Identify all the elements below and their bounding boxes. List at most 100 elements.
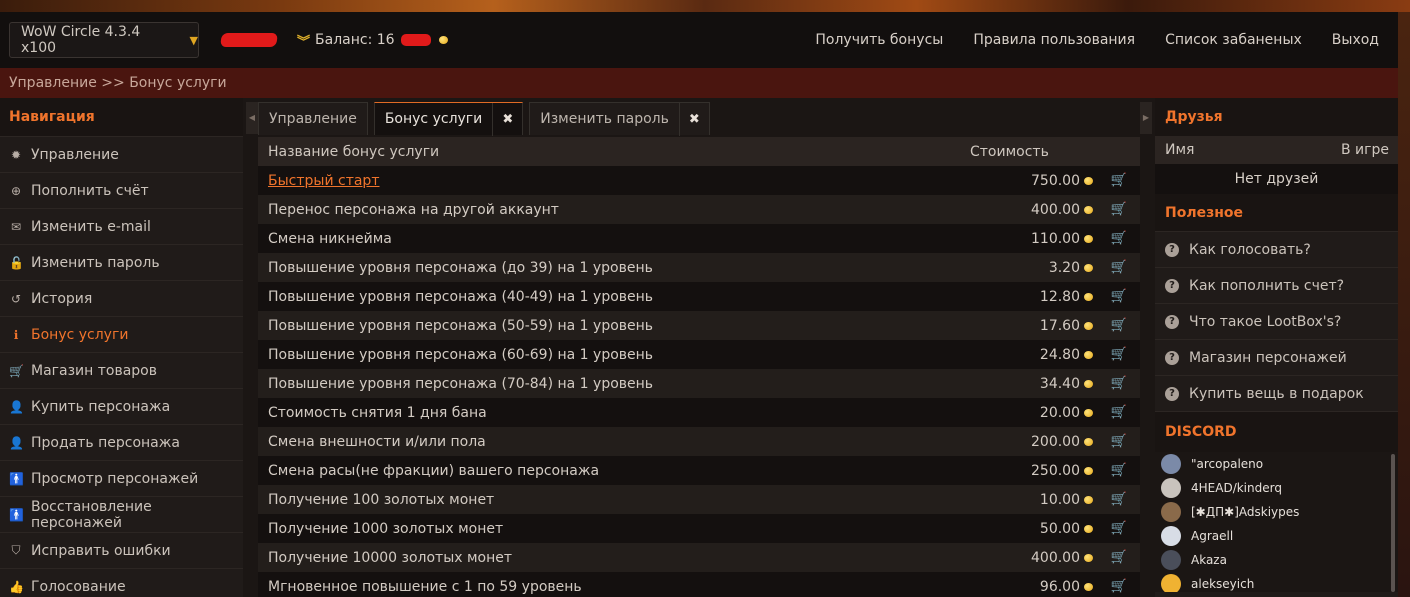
friends-empty-text: Нет друзей	[1155, 164, 1398, 194]
sidebar-item[interactable]: 🚹 Просмотр персонажей	[0, 460, 243, 496]
sidebar-item[interactable]: ✉ Изменить e-mail	[0, 208, 243, 244]
sidebar-item[interactable]: ℹ Бонус услуги	[0, 316, 243, 352]
sidebar-item[interactable]: 🔓 Изменить пароль	[0, 244, 243, 280]
tab[interactable]: Изменить пароль ✖	[529, 102, 710, 136]
cart-icon[interactable]: 🛒	[1098, 405, 1140, 420]
table-row: Смена расы(не фракции) вашего персонажа 2…	[258, 456, 1140, 485]
cart-icon[interactable]: 🛒	[1098, 318, 1140, 333]
close-icon[interactable]: ✖	[678, 102, 709, 136]
useful-link[interactable]: ? Магазин персонажей	[1155, 340, 1398, 376]
cart-icon[interactable]: 🛒	[1098, 376, 1140, 391]
discord-member[interactable]: [✱ДП✱]Adskiypes	[1155, 500, 1398, 524]
tab-label[interactable]: Управление	[259, 111, 367, 127]
balance: ︾ Баланс: 16	[297, 31, 448, 50]
sidebar-item[interactable]: 👤 Купить персонажа	[0, 388, 243, 424]
useful-link-label: Купить вещь в подарок	[1189, 385, 1364, 402]
sidebar-item[interactable]: ⊕ Пополнить счёт	[0, 172, 243, 208]
column-header-name: Название бонус услуги	[268, 143, 440, 160]
cart-icon[interactable]: 🛒	[1098, 579, 1140, 594]
cart-icon[interactable]: 🛒	[1098, 260, 1140, 275]
tab[interactable]: Бонус услуги ✖	[373, 102, 524, 136]
sidebar-item[interactable]: 👤 Продать персонажа	[0, 424, 243, 460]
service-name-cell: Мгновенное повышение с 1 по 59 уровень	[258, 579, 974, 595]
cart-icon[interactable]: 🛒	[1098, 347, 1140, 362]
cart-icon[interactable]: 🛒	[1098, 173, 1140, 188]
useful-link[interactable]: ? Что такое LootBox's?	[1155, 304, 1398, 340]
history-icon: ↺	[10, 291, 22, 306]
service-price: 3.20	[1048, 259, 1080, 276]
sidebar-item-label: Бонус услуги	[31, 326, 129, 343]
discord-member[interactable]: Akaza	[1155, 548, 1398, 572]
server-select[interactable]: WoW Circle 4.3.4 x100 ▼	[9, 22, 199, 58]
column-header-price: Стоимость	[970, 143, 1049, 160]
useful-title: Полезное	[1155, 194, 1398, 232]
tab[interactable]: Управление	[258, 102, 368, 135]
discord-member-name: [✱ДП✱]Adskiypes	[1191, 505, 1300, 519]
cart-icon[interactable]: 🛒	[1098, 463, 1140, 478]
nav-rules[interactable]: Правила пользования	[973, 32, 1135, 48]
service-name: Смена внешности и/или пола	[268, 433, 486, 450]
service-name: Повышение уровня персонажа (до 39) на 1 …	[268, 259, 653, 276]
service-price: 750.00	[1031, 172, 1080, 189]
cart-icon[interactable]: 🛒	[1098, 289, 1140, 304]
sidebar-item[interactable]: ⛉ Исправить ошибки	[0, 532, 243, 568]
sidebar-item[interactable]: 🛒 Магазин товаров	[0, 352, 243, 388]
nav-get-bonuses[interactable]: Получить бонусы	[815, 32, 943, 48]
useful-link[interactable]: ? Купить вещь в подарок	[1155, 376, 1398, 412]
useful-link[interactable]: ? Как голосовать?	[1155, 232, 1398, 268]
table-row: Получение 10000 золотых монет 400.00 🛒	[258, 543, 1140, 572]
avatar	[1161, 478, 1181, 498]
user-icon: 👤	[9, 399, 24, 414]
discord-scrollbar[interactable]	[1391, 454, 1395, 592]
tab-label[interactable]: Изменить пароль	[530, 111, 679, 127]
service-price: 250.00	[1031, 462, 1080, 479]
thumbs-up-icon: 👍	[9, 579, 24, 594]
chevron-down-icon: ▼	[189, 33, 198, 47]
nav-logout[interactable]: Выход	[1332, 32, 1379, 48]
service-price: 96.00	[1039, 578, 1080, 595]
breadcrumb: Управление >> Бонус услуги	[0, 68, 1398, 98]
discord-member-list[interactable]: "arcopaleno 4HEAD/kinderq [✱ДП✱]Adskiypes A…	[1155, 452, 1398, 592]
coin-icon	[1084, 292, 1093, 301]
sidebar-item[interactable]: ✹ Управление	[0, 136, 243, 172]
service-name: Получение 100 золотых монет	[268, 491, 495, 508]
useful-link[interactable]: ? Как пополнить счет?	[1155, 268, 1398, 304]
cart-icon: 🛒	[9, 363, 24, 378]
table-row: Смена никнейма 110.00 🛒	[258, 224, 1140, 253]
cart-icon[interactable]: 🛒	[1098, 492, 1140, 507]
tabs-scroll-right-icon[interactable]: ▶	[1140, 102, 1152, 134]
tab-bar: Управление Бонус услуги ✖ Изменить пароль ✖	[258, 102, 710, 136]
discord-member-name: Agraell	[1191, 529, 1234, 543]
sidebar-item-label: Магазин товаров	[31, 362, 157, 379]
service-price: 10.00	[1039, 491, 1080, 508]
balance-label: Баланс: 16	[315, 32, 395, 48]
table-row: Быстрый старт 750.00 🛒	[258, 166, 1140, 195]
service-name-cell: Перенос персонажа на другой аккаунт	[258, 202, 974, 218]
friends-col-status: В игре	[1340, 142, 1389, 158]
user-icon: 👤	[9, 435, 24, 450]
cart-icon[interactable]: 🛒	[1098, 550, 1140, 565]
table-row: Получение 100 золотых монет 10.00 🛒	[258, 485, 1140, 514]
cart-icon[interactable]: 🛒	[1098, 434, 1140, 449]
coin-icon	[1084, 350, 1093, 359]
cart-icon[interactable]: 🛒	[1098, 231, 1140, 246]
nav-banned-list[interactable]: Список забаненых	[1165, 32, 1302, 48]
plus-circle-icon: ⊕	[10, 183, 22, 198]
avatar	[1161, 502, 1181, 522]
table-row: Повышение уровня персонажа (50-59) на 1 …	[258, 311, 1140, 340]
sidebar-item[interactable]: ↺ История	[0, 280, 243, 316]
sidebar-item[interactable]: 👍 Голосование	[0, 568, 243, 597]
discord-member[interactable]: "arcopaleno	[1155, 452, 1398, 476]
tab-label[interactable]: Бонус услуги	[375, 111, 492, 127]
discord-member[interactable]: 4HEAD/kinderq	[1155, 476, 1398, 500]
sidebar-item[interactable]: 🚹 Восстановление персонажей	[0, 496, 243, 532]
tabs-scroll-left-icon[interactable]: ◀	[246, 102, 258, 134]
discord-member[interactable]: Agraell	[1155, 524, 1398, 548]
close-icon[interactable]: ✖	[492, 102, 522, 136]
cart-icon[interactable]: 🛒	[1098, 521, 1140, 536]
service-name-link[interactable]: Быстрый старт	[268, 173, 379, 189]
discord-member[interactable]: alekseyich	[1155, 572, 1398, 592]
cart-icon[interactable]: 🛒	[1098, 202, 1140, 217]
service-name-cell: Получение 1000 золотых монет	[258, 521, 974, 537]
service-name-cell: Получение 10000 золотых монет	[258, 550, 974, 566]
